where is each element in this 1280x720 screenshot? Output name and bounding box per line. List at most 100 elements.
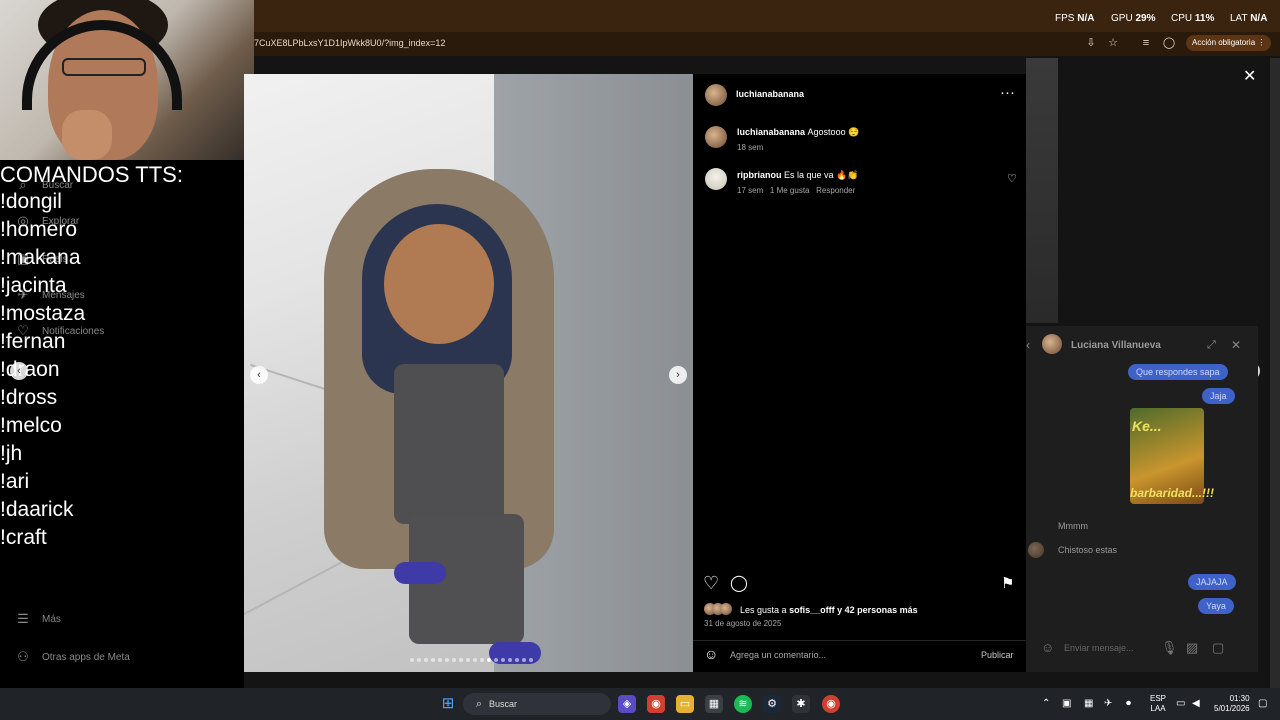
file-explorer-icon[interactable]: ▭ <box>676 695 694 713</box>
cpu-readout: CPU 11% <box>1171 13 1215 24</box>
chrome-icon[interactable]: ◉ <box>647 695 665 713</box>
image-icon[interactable]: ▨ <box>1186 640 1198 656</box>
steam-icon[interactable]: ⚙ <box>763 695 781 713</box>
tray-steam-icon[interactable]: ✈ <box>1104 698 1112 709</box>
carousel-dot <box>473 658 477 662</box>
install-app-icon[interactable]: ⇩ <box>1084 36 1098 50</box>
comment-input[interactable]: Agrega un comentario... <box>730 650 826 660</box>
notifications-icon[interactable]: ▢ <box>1258 698 1267 709</box>
reply-link[interactable]: Responder <box>816 186 855 195</box>
publish-button[interactable]: Publicar <box>981 650 1014 660</box>
carousel-dot <box>445 658 449 662</box>
chat-avatar[interactable] <box>1042 334 1062 354</box>
language-indicator[interactable]: ESP LAA <box>1150 694 1166 714</box>
background-post-image <box>1026 58 1058 323</box>
volume-icon[interactable]: ◀ <box>1192 698 1200 709</box>
bg-nav-more[interactable]: ☰ Más <box>16 612 61 626</box>
chat-sender-avatar <box>1028 542 1044 558</box>
url-text[interactable]: 7CuXE8LPbLxsY1D1IpWkk8U0/?img_index=12 <box>254 38 445 48</box>
carousel-dot <box>480 658 484 662</box>
tts-commands-overlay: COMANDOS TTS: !dongil !homero !makana !jaci… <box>0 162 244 552</box>
carousel-dot <box>529 658 533 662</box>
tray-mic-icon[interactable]: ⏺ <box>1126 698 1131 709</box>
network-icon[interactable]: ▭ <box>1176 698 1185 709</box>
caption: luchianabanana Agostooo 😌 <box>737 127 860 137</box>
tts-command: !jacinta <box>0 274 67 297</box>
spotify-icon[interactable]: ≋ <box>734 695 752 713</box>
like-comment-icon[interactable]: ♡ <box>1007 171 1017 187</box>
clock[interactable]: 01:30 5/01/2026 <box>1214 694 1250 714</box>
carousel-dot <box>410 658 414 662</box>
tts-command: !jh <box>0 442 23 465</box>
liked-by-text[interactable]: Les gusta a sofis__offf y 42 personas má… <box>740 605 918 615</box>
tts-command: !homero <box>0 218 78 241</box>
previous-post-button[interactable]: ‹ <box>10 362 28 380</box>
comment-icon[interactable]: ◯ <box>730 576 748 592</box>
meta-apps-icon: ⚇ <box>17 649 29 664</box>
chat-message-left: Mmmm <box>1058 521 1088 531</box>
tray-overflow-icon[interactable]: ⌃ <box>1042 698 1050 709</box>
carousel-dot <box>459 658 463 662</box>
carousel-dot <box>417 658 421 662</box>
post-image <box>244 74 693 672</box>
fps-readout: FPS N/A <box>1055 13 1095 24</box>
chat-message-right: Que respondes sapa <box>1128 364 1228 380</box>
divider <box>693 640 1026 641</box>
tts-command: !ari <box>0 470 30 493</box>
carousel-dot <box>501 658 505 662</box>
bg-nav-meta-apps[interactable]: ⚇ Otras apps de Meta <box>16 650 130 664</box>
microphone-icon[interactable]: 🎙 <box>1161 640 1178 656</box>
carousel-dot <box>515 658 519 662</box>
chrome-active-icon[interactable]: ◉ <box>822 695 840 713</box>
author-username[interactable]: luchianabanana <box>736 89 804 99</box>
tts-command: !fernan <box>0 330 66 353</box>
save-bookmark-icon[interactable]: ⚑ <box>1001 576 1014 592</box>
tray-app-icon[interactable]: ▣ <box>1062 698 1071 709</box>
action-required-button[interactable]: Acción obligatoria ⋮ <box>1186 35 1272 51</box>
carousel-dot <box>424 658 428 662</box>
chat-close-icon[interactable]: ✕ <box>1231 337 1241 353</box>
bookmark-star-icon[interactable]: ☆ <box>1106 36 1120 50</box>
tts-command: !makana <box>0 246 81 269</box>
chat-contact-name[interactable]: Luciana Villanueva <box>1071 340 1161 351</box>
webcam-overlay <box>0 0 254 160</box>
next-image-button[interactable]: › <box>669 366 687 384</box>
carousel-dot <box>466 658 470 662</box>
emoji-icon[interactable]: ☺ <box>704 646 718 662</box>
caption-avatar[interactable] <box>705 126 727 148</box>
sticker-icon[interactable]: ▢ <box>1212 640 1224 656</box>
sticker-text-top: Ke... <box>1132 418 1162 434</box>
carousel-dot <box>487 658 491 662</box>
comment-likes[interactable]: 1 Me gusta <box>770 186 810 195</box>
search-icon: ⌕ <box>475 698 483 710</box>
author-avatar[interactable] <box>705 84 727 106</box>
comment-avatar[interactable] <box>705 168 727 190</box>
tts-command: !craft <box>0 526 47 549</box>
close-icon[interactable]: ✕ <box>1243 66 1256 86</box>
expand-icon[interactable]: ⤢ <box>1207 337 1216 353</box>
profile-icon[interactable]: ◯ <box>1162 36 1176 50</box>
reading-list-icon[interactable]: ≡ <box>1139 36 1153 50</box>
lat-readout: LAT N/A <box>1230 13 1268 24</box>
more-options-icon[interactable]: ··· <box>1000 85 1015 101</box>
chat-message-right: Yaya <box>1198 598 1234 614</box>
carousel-dot <box>438 658 442 662</box>
carousel-dot <box>522 658 526 662</box>
tts-title: COMANDOS TTS: <box>0 162 183 187</box>
chat-message-left: Chistoso estas <box>1058 545 1118 555</box>
chat-emoji-icon[interactable]: ☺ <box>1041 640 1054 656</box>
chat-back-icon[interactable]: ‹ <box>1026 337 1030 353</box>
previous-image-button[interactable]: ‹ <box>250 366 268 384</box>
tray-app-icon[interactable]: ▦ <box>1084 698 1093 709</box>
copilot-icon[interactable]: ◈ <box>618 695 636 713</box>
liked-by-avatars[interactable] <box>704 603 738 615</box>
tts-command: !dongil <box>0 190 62 213</box>
heart-icon[interactable]: ♡ <box>703 574 719 592</box>
page-scrollbar[interactable] <box>1270 58 1280 688</box>
tts-command: !dross <box>0 386 58 409</box>
windows-start-icon[interactable]: ⊞ <box>439 695 457 713</box>
chat-input[interactable]: Enviar mensaje... <box>1064 643 1134 653</box>
app-icon[interactable]: ✱ <box>792 695 810 713</box>
carousel-dot <box>508 658 512 662</box>
store-icon[interactable]: ▦ <box>705 695 723 713</box>
